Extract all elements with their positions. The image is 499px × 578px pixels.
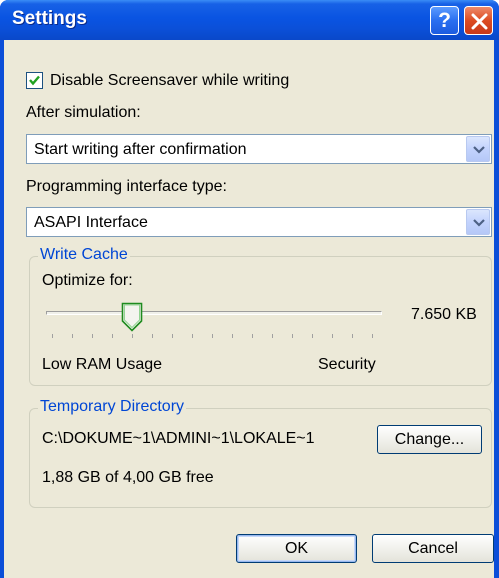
change-directory-button[interactable]: Change... bbox=[377, 425, 482, 454]
after-simulation-label: After simulation: bbox=[26, 104, 141, 121]
slider-tick bbox=[92, 334, 93, 338]
slider-tick bbox=[252, 334, 253, 338]
programming-interface-value: ASAPI Interface bbox=[34, 214, 148, 231]
write-cache-slider-thumb[interactable] bbox=[121, 302, 143, 332]
slider-tick bbox=[312, 334, 313, 338]
slider-tick bbox=[372, 334, 373, 338]
after-simulation-value: Start writing after confirmation bbox=[34, 141, 247, 158]
close-button[interactable] bbox=[464, 6, 493, 35]
dropdown-arrow-button[interactable] bbox=[466, 136, 490, 162]
slider-tick bbox=[352, 334, 353, 338]
slider-tick bbox=[132, 334, 133, 338]
slider-tick bbox=[192, 334, 193, 338]
settings-dialog: Settings ? Disable Screensaver while wri… bbox=[0, 0, 499, 578]
slider-min-label: Low RAM Usage bbox=[42, 356, 163, 373]
temp-directory-group bbox=[29, 408, 492, 508]
close-icon bbox=[471, 13, 488, 30]
slider-tick bbox=[292, 334, 293, 338]
optimize-for-label: Optimize for: bbox=[42, 272, 133, 289]
slider-tick bbox=[152, 334, 153, 338]
slider-max-label: Security bbox=[318, 356, 376, 373]
title-bar[interactable]: Settings ? bbox=[0, 0, 499, 40]
temp-directory-path: C:\DOKUME~1\ADMINI~1\LOKALE~1 bbox=[42, 430, 315, 447]
slider-tick bbox=[232, 334, 233, 338]
write-cache-group-title: Write Cache bbox=[38, 246, 130, 264]
dropdown-arrow-button[interactable] bbox=[466, 209, 490, 235]
slider-tick bbox=[112, 334, 113, 338]
window-title: Settings bbox=[12, 8, 87, 29]
slider-tick bbox=[172, 334, 173, 338]
cancel-button-label: Cancel bbox=[408, 540, 458, 557]
slider-tick bbox=[332, 334, 333, 338]
write-cache-slider-track[interactable] bbox=[46, 311, 382, 315]
slider-tick bbox=[272, 334, 273, 338]
after-simulation-dropdown[interactable]: Start writing after confirmation bbox=[26, 134, 492, 164]
programming-interface-label: Programming interface type: bbox=[26, 178, 227, 195]
temp-directory-group-title: Temporary Directory bbox=[38, 398, 187, 416]
programming-interface-dropdown[interactable]: ASAPI Interface bbox=[26, 207, 492, 237]
change-directory-button-label: Change... bbox=[394, 431, 465, 448]
ok-button-label: OK bbox=[284, 540, 309, 557]
help-button[interactable]: ? bbox=[430, 6, 459, 35]
slider-tick bbox=[52, 334, 53, 338]
disable-screensaver-checkbox[interactable] bbox=[26, 72, 43, 89]
chevron-down-icon bbox=[473, 146, 485, 154]
checkmark-icon bbox=[29, 75, 40, 86]
cancel-button[interactable]: Cancel bbox=[372, 534, 494, 563]
write-cache-value: 7.650 KB bbox=[411, 306, 477, 323]
disable-screensaver-label[interactable]: Disable Screensaver while writing bbox=[50, 72, 289, 90]
free-space-text: 1,88 GB of 4,00 GB free bbox=[42, 469, 214, 486]
window-frame-right bbox=[494, 40, 499, 578]
slider-tick bbox=[72, 334, 73, 338]
help-icon: ? bbox=[438, 9, 451, 32]
slider-tick bbox=[212, 334, 213, 338]
chevron-down-icon bbox=[473, 219, 485, 227]
ok-button[interactable]: OK bbox=[236, 534, 357, 563]
